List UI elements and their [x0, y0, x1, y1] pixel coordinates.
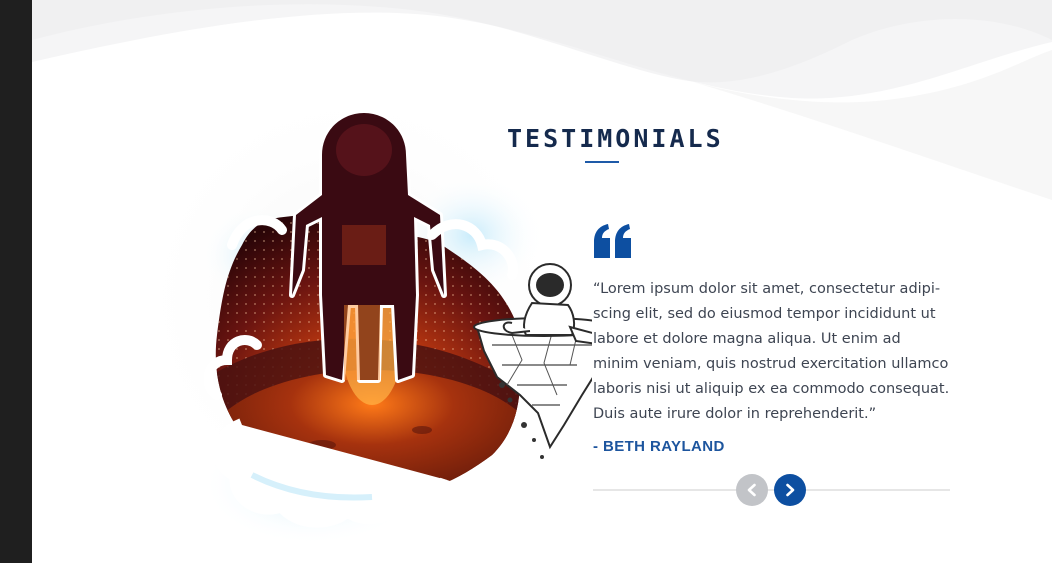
- testimonial-quote: “Lorem ipsum dolor sit amet, consectetur…: [593, 277, 953, 427]
- next-testimonial-button[interactable]: [774, 474, 806, 506]
- quote-icon: [594, 224, 631, 258]
- slider-track: [593, 489, 950, 491]
- section-title: TESTIMONIALS: [507, 124, 724, 153]
- quote-line: laboris nisi ut aliquip ex ea commodo co…: [593, 381, 950, 397]
- quote-line: “Lorem ipsum dolor sit amet, consectetur…: [593, 281, 941, 297]
- quote-line: Duis aute irure dolor in reprehenderit.”: [593, 406, 877, 422]
- quote-line: scing elit, sed do eiusmod tempor incidi…: [593, 306, 936, 322]
- left-dark-strip: [0, 0, 32, 563]
- previous-testimonial-button[interactable]: [736, 474, 768, 506]
- title-underline: [585, 161, 619, 163]
- chevron-right-icon: [786, 483, 795, 497]
- testimonial-author: - BETH RAYLAND: [593, 438, 725, 455]
- testimonials-section: TESTIMONIALS “Lorem ipsum dolor sit amet…: [32, 0, 1052, 563]
- quote-line: labore et dolore magna aliqua. Ut enim a…: [593, 331, 901, 347]
- astronaut-illustration: [202, 110, 592, 545]
- chevron-left-icon: [747, 483, 756, 497]
- quote-line: minim veniam, quis nostrud exercitation …: [593, 356, 949, 372]
